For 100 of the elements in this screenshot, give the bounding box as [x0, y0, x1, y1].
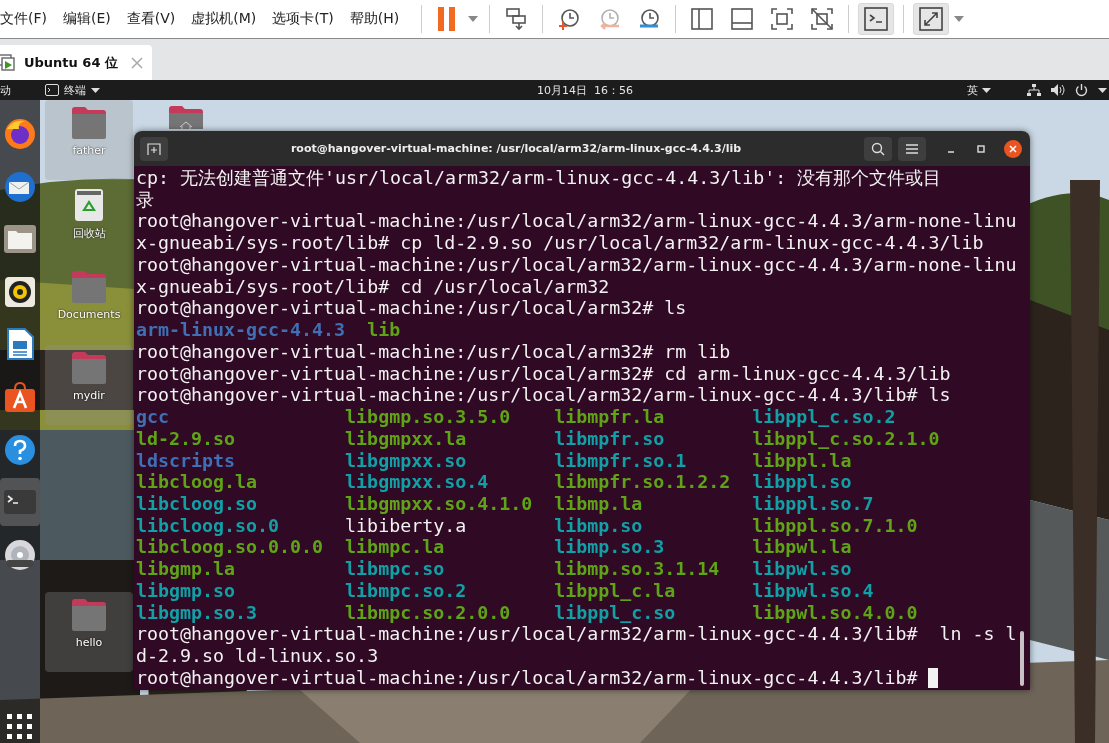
new-tab-icon [147, 142, 161, 155]
file-name: libcloog.so [136, 493, 259, 515]
vm-tab[interactable]: Ubuntu 64 位 [0, 45, 152, 80]
console-icon [864, 7, 889, 31]
menu-button[interactable] [898, 136, 926, 161]
terminal-line: x-gnueabi/sys-root/lib# cd /usr/local/arm32 [136, 275, 611, 298]
file-name: libmp.so.3 [554, 536, 666, 559]
file-name: libpwl.so.4.0.0 [752, 601, 919, 624]
disc-icon [3, 537, 37, 572]
file-name: libppl_c.la [554, 579, 677, 602]
file-name: libgmp.so [136, 579, 237, 602]
file-name: libmp.so.3.1.14 [554, 558, 721, 580]
file-name: libmpc.so.2.0.0 [345, 601, 512, 624]
terminal-line: root@hangover-virtual-machine:/usr/local/arm32/arm-linux-gcc-4.4.3/arm-none-linu [136, 253, 1018, 276]
help-icon [3, 432, 37, 467]
menu-item[interactable]: 查看(V) [126, 10, 176, 28]
volume-icon[interactable] [1051, 84, 1065, 96]
bottom-panel-layout-icon [730, 7, 755, 31]
file-name: libppl_c.so.2.1.0 [752, 427, 941, 450]
terminal-line: root@hangover-virtual-machine:/usr/local/arm32/arm-linux-gcc-4.4.3/lib# ls [136, 384, 952, 407]
desktop-icon[interactable]: 回收站 [45, 182, 133, 262]
terminal-line: root@hangover-virtual-machine:/usr/local/arm32/arm-linux-gcc-4.4.3/arm-none-linu [136, 210, 1018, 233]
app-grid-icon[interactable] [7, 714, 33, 740]
caret-icon [954, 16, 965, 22]
terminal-icon [45, 84, 59, 96]
search-button[interactable] [864, 136, 892, 161]
caret-icon [982, 87, 991, 93]
window-title: root@hangover-virtual-machine: /usr/local/arm32/arm-linux-gcc-4.4.3/lib [289, 142, 743, 155]
caret-icon [91, 87, 100, 93]
clock-wrench-icon [637, 7, 662, 31]
menu-item[interactable]: 编辑(E) [63, 10, 111, 28]
file-name: ld-2.9.so [136, 427, 237, 450]
file-name: libiberty.a [345, 514, 468, 537]
scrollbar[interactable] [1020, 631, 1024, 686]
fullscreen-button[interactable] [913, 3, 950, 35]
file-name: libgmp.so.3.5.0 [345, 406, 512, 428]
crossed-fit-screen-icon [810, 7, 835, 31]
browser-icon [3, 117, 37, 151]
file-name: libppl.so [752, 471, 853, 493]
file-name: libgmpxx.so.4 [345, 471, 490, 493]
fit-screen-icon [770, 7, 795, 31]
terminal-line: root@hangover-virtual-machine:/usr/local/arm32# rm lib [136, 340, 732, 363]
file-name: libmpfr.so [554, 427, 666, 450]
file-name: libmp.so [554, 514, 644, 537]
menu-item[interactable]: 选项卡(T) [272, 10, 334, 28]
file-name: libpwl.so [752, 558, 853, 580]
new-tab-button[interactable] [140, 136, 168, 161]
console-view-button[interactable] [858, 3, 895, 35]
desktop-icon[interactable]: hello [45, 592, 133, 672]
file-name: lib [367, 319, 401, 341]
shopping-bag-icon [3, 379, 37, 414]
file-name: ldscripts [136, 449, 237, 472]
trash-icon [74, 188, 104, 222]
terminal-line: d-2.9.so ld-linux.so.3 [136, 645, 380, 667]
folder-icon [71, 270, 107, 304]
desktop-icon[interactable]: mydir [45, 345, 133, 425]
terminal-line: 录 [136, 188, 155, 211]
search-icon [871, 141, 885, 156]
file-name: libmpfr.so.1.2.2 [554, 471, 732, 493]
file-name: libmpc.so.2 [345, 579, 468, 602]
file-name: libgmpxx.so [345, 449, 468, 472]
network-icon[interactable] [1027, 84, 1041, 96]
file-name: libmpfr.la [554, 406, 666, 428]
terminal-line: x-gnueabi/sys-root/lib# cp ld-2.9.so /usr/local/arm32/arm-linux-gcc-4.4.3/lib [136, 232, 985, 254]
clock-plus-icon [557, 7, 582, 31]
caret-icon[interactable] [1098, 87, 1107, 93]
terminal-line: root@hangover-virtual-machine:/usr/local/arm32# ls [136, 297, 688, 320]
close-button[interactable] [1004, 139, 1022, 158]
menu-item[interactable]: 文件(F) [0, 10, 47, 28]
file-name: libpwl.so.4 [752, 579, 875, 602]
file-name: libppl_c.so.2 [752, 406, 897, 428]
file-name: libmp.la [554, 493, 644, 515]
file-name: libmpc.so [345, 558, 446, 580]
file-name: libppl.so.7 [752, 493, 875, 515]
file-name: arm-linux-gcc-4.4.3 [136, 319, 346, 341]
terminal-line: root@hangover-virtual-machine:/usr/local/arm32# cd arm-linux-gcc-4.4.3/lib [136, 362, 952, 385]
menu-item[interactable]: 虚拟机(M) [191, 10, 257, 28]
menu-item[interactable]: 帮助(H) [349, 10, 400, 28]
speaker-icon [3, 274, 37, 309]
file-name: libcloog.la [136, 471, 259, 493]
power-icon[interactable] [1075, 83, 1088, 97]
app-menu[interactable]: 终端 [45, 82, 100, 98]
activities-button[interactable]: 动 [0, 82, 28, 98]
file-name: libcloog.so.0.0.0 [136, 536, 325, 559]
monitor-arrow-icon [504, 7, 529, 31]
vm-icon [0, 52, 18, 73]
input-method-menu[interactable]: 英 [967, 82, 991, 98]
maximize-icon[interactable] [976, 143, 986, 154]
file-name: libmpfr.so.1 [554, 449, 688, 472]
file-name: libppl.la [752, 449, 853, 472]
expand-icon [919, 7, 944, 31]
file-name: libgmpxx.so.4.1.0 [345, 493, 534, 515]
file-name: libgmpxx.la [345, 427, 468, 450]
clock[interactable]: 10月14日 16：56 [537, 82, 633, 98]
menu-icon [906, 143, 918, 154]
file-name: libppl_c.so [554, 601, 677, 624]
file-name: libmpc.la [345, 536, 446, 559]
terminal-line: cp: 无法创建普通文件'usr/local/arm32/arm-linux-gcc-4.4.3/lib': 没有那个文件或目 [136, 167, 943, 189]
terminal-line: root@hangover-virtual-machine:/usr/local/arm32/arm-linux-gcc-4.4.3/lib# [136, 666, 918, 688]
folder-icon [71, 598, 107, 632]
